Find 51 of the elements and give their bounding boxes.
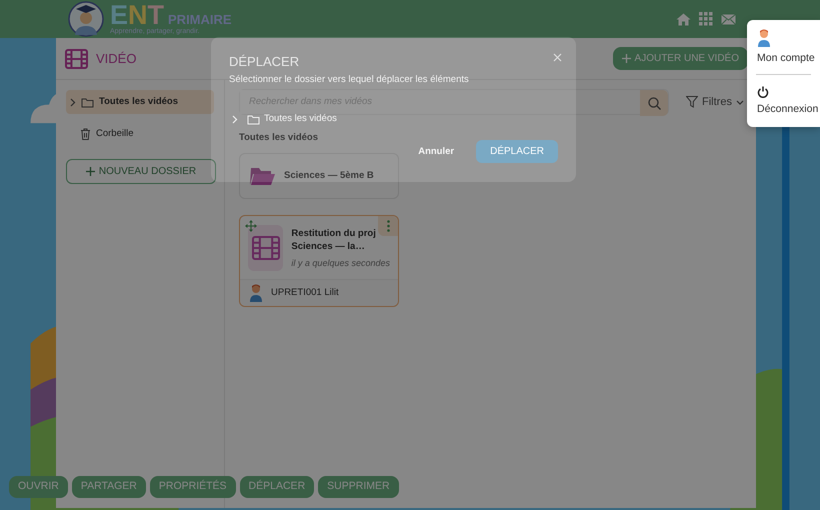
- author-avatar-icon: [249, 284, 263, 302]
- trash-icon: [80, 128, 91, 140]
- action-button[interactable]: PARTAGER: [72, 476, 146, 498]
- dialog-title: DÉPLACER: [229, 54, 300, 70]
- folder-tree-item[interactable]: Toutes les vidéos: [232, 112, 337, 126]
- folder-icon: [250, 166, 276, 186]
- search-button[interactable]: [640, 90, 668, 116]
- action-button[interactable]: OUVRIR: [9, 476, 68, 498]
- sidebar-item[interactable]: Toutes les vidéos: [66, 90, 214, 114]
- cancel-button[interactable]: Annuler: [412, 144, 460, 160]
- chevron-down-icon: [736, 100, 744, 104]
- action-button[interactable]: SUPPRIMER: [318, 476, 399, 498]
- menu-item[interactable]: Déconnexion: [756, 84, 820, 118]
- dialog-subtitle: Sélectionner le dossier vers lequel déplacer les éléments: [229, 74, 470, 85]
- new-folder-button[interactable]: NOUVEAU DOSSIER: [66, 158, 216, 184]
- more-icon: [386, 220, 390, 232]
- plus-icon: [86, 166, 95, 176]
- plus-icon: [622, 54, 631, 63]
- more-button[interactable]: [378, 216, 398, 236]
- menu-item[interactable]: Mon compte: [756, 28, 816, 68]
- user-avatar-icon: [757, 29, 771, 47]
- folder-name: Sciences — 5ème B: [284, 169, 374, 184]
- filter-icon: [686, 96, 698, 108]
- folder-icon: [247, 114, 260, 125]
- logo-avatar-icon: [66, 1, 106, 37]
- home-icon[interactable]: [676, 12, 691, 26]
- close-icon: [553, 52, 562, 62]
- film-icon: [65, 48, 88, 68]
- sidebar-item[interactable]: Corbeille: [66, 122, 214, 146]
- app-title: VIDÉO: [96, 50, 136, 68]
- grid-icon[interactable]: [699, 12, 713, 26]
- video-time: il y a quelques secondes: [291, 257, 390, 270]
- film-icon: [252, 236, 280, 260]
- folder-icon: [81, 96, 94, 108]
- author-name: UPRETI001 Lilit: [271, 286, 339, 300]
- chevron-icon: [70, 98, 76, 107]
- search-icon: [648, 96, 660, 110]
- mail-icon[interactable]: [721, 14, 736, 24]
- filters-button[interactable]: Filtres: [685, 92, 745, 112]
- chevron-icon: [232, 114, 238, 124]
- action-button[interactable]: DÉPLACER: [240, 476, 314, 498]
- folder-card[interactable]: Sciences — 5ème B: [239, 153, 399, 200]
- video-card[interactable]: Restitution du proj Sciences — la… il y a quelques secondes UPRETI001 Lilit: [239, 215, 399, 308]
- video-title: Restitution du proj Sciences — la…: [291, 227, 377, 254]
- action-button[interactable]: PROPRIÉTÉS: [150, 476, 236, 498]
- logo-subtitle: PRIMAIRE: [168, 12, 232, 28]
- power-icon: [757, 86, 769, 98]
- add-video-button[interactable]: AJOUTER UNE VIDÉO: [612, 47, 748, 70]
- section-heading: Toutes les vidéos: [239, 131, 318, 145]
- logo-wordmark: ENT: [110, 2, 164, 28]
- move-icon[interactable]: [245, 220, 257, 232]
